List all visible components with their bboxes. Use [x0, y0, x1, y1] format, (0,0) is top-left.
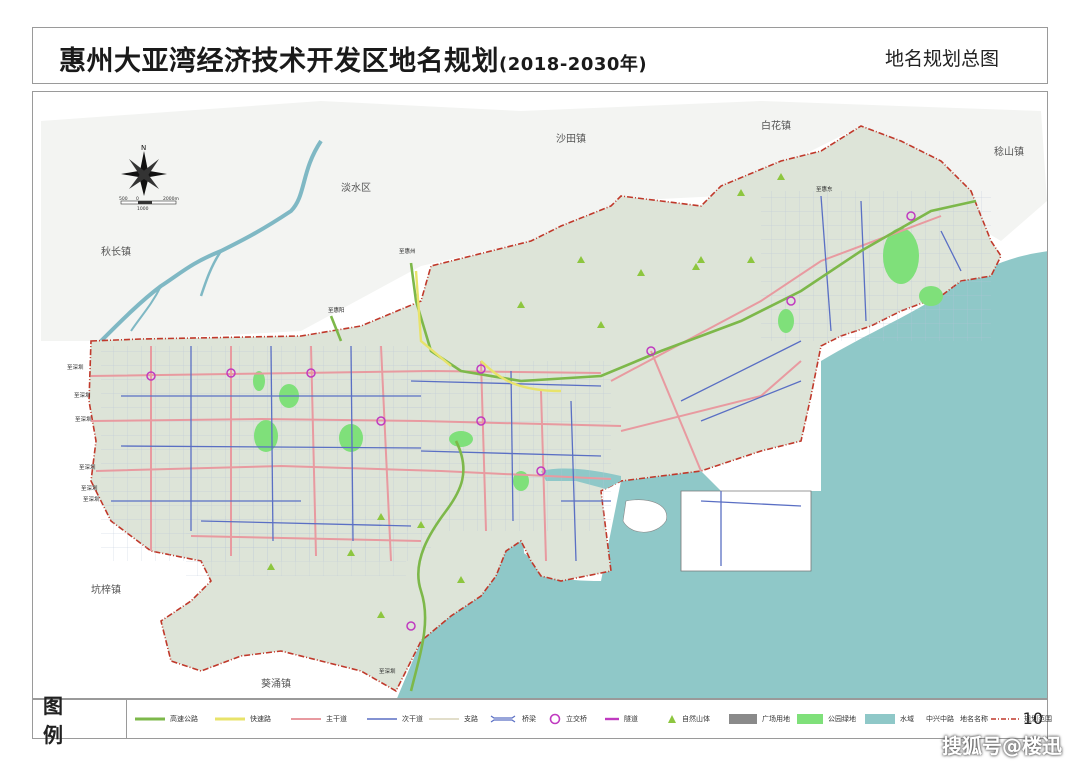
label-to-huiyang: 至惠阳 — [328, 306, 345, 314]
label-to-shenzhen-2: 至深圳 — [74, 391, 91, 399]
secondary-line-icon — [367, 718, 397, 720]
legend-mountain: 自然山体 — [667, 700, 710, 738]
label-kengzi: 坑梓镇 — [91, 583, 121, 596]
legend-branch: 支路 — [429, 700, 478, 738]
label-to-shenzhen-7: 至深圳 — [379, 667, 396, 675]
legend-bridge: 桥梁 — [489, 700, 536, 738]
park-swatch-icon — [797, 714, 823, 724]
branch-line-icon — [429, 718, 459, 720]
label-danshui: 淡水区 — [341, 182, 371, 194]
map-title-years: (2018-2030年) — [499, 54, 648, 75]
label-to-huizhou: 至惠州 — [399, 247, 416, 255]
label-baihua: 白花镇 — [761, 119, 791, 132]
map-title: 惠州大亚湾经济技术开发区地名规划(2018-2030年) — [59, 46, 648, 77]
legend-plaza: 广场用地 — [729, 700, 790, 738]
bridge-icon — [490, 715, 516, 723]
label-jishan: 稔山镇 — [994, 145, 1024, 158]
mountain-triangle-icon — [668, 715, 676, 723]
boundary-line-icon — [991, 718, 1019, 720]
legend-expressway: 高速公路 — [135, 700, 198, 738]
label-to-shenzhen-1: 至深圳 — [67, 363, 84, 371]
label-to-shenzhen-3: 至深圳 — [75, 415, 92, 423]
label-shatian: 沙田镇 — [556, 132, 586, 145]
legend-items: 高速公路 快速路 主干道 次干道 支路 桥梁 立交桥 隧道 自然山体 广场用地 … — [133, 700, 1052, 738]
page-number: 10 — [1022, 709, 1043, 728]
tunnel-icon — [605, 717, 619, 721]
arterial-line-icon — [291, 718, 321, 720]
expressway-line-icon — [135, 717, 165, 721]
scale-1000: 1000 — [137, 206, 149, 212]
label-qiuchang: 秋长镇 — [101, 245, 131, 258]
scale-500: 500 — [119, 196, 128, 202]
interchange-circle-icon — [549, 713, 561, 725]
water-swatch-icon — [865, 714, 895, 724]
label-to-shenzhen-4: 至深圳 — [79, 463, 96, 471]
urban-grid-east — [761, 191, 991, 341]
scale-2000: 2000m — [163, 196, 179, 202]
urban-grid-center — [401, 361, 611, 531]
label-to-shenzhen-6: 至深圳 — [83, 495, 100, 503]
legend-arterial: 主干道 — [291, 700, 347, 738]
legend-secondary: 次干道 — [367, 700, 423, 738]
label-to-shenzhen-5: 至深圳 — [81, 484, 98, 492]
fastroad-line-icon — [215, 717, 245, 721]
map-svg: N 500 0 1000 2000m 沙田镇 白花镇 稔山镇 淡水区 秋长镇 坑… — [33, 92, 1047, 698]
legend-fastroad: 快速路 — [215, 700, 271, 738]
compass-n: N — [141, 144, 146, 152]
title-bar: 惠州大亚湾经济技术开发区地名规划(2018-2030年) 地名规划总图 — [32, 27, 1048, 84]
legend-interchange: 立交桥 — [549, 700, 587, 738]
legend-water: 水域 — [865, 700, 914, 738]
map-canvas[interactable]: N 500 0 1000 2000m 沙田镇 白花镇 稔山镇 淡水区 秋长镇 坑… — [32, 91, 1048, 699]
legend-tunnel: 隧道 — [605, 700, 638, 738]
legend-title: 图 例 — [33, 694, 127, 747]
watermark: 搜狐号@楼迅 — [942, 734, 1062, 758]
legend-park: 公园绿地 — [797, 700, 856, 738]
map-subtitle: 地名规划总图 — [884, 48, 999, 70]
label-to-huidong: 至惠东 — [816, 185, 833, 193]
legend: 图 例 高速公路 快速路 主干道 次干道 支路 桥梁 立交桥 隧道 自然山体 广… — [32, 694, 1052, 747]
label-kuiyong: 葵涌镇 — [261, 677, 291, 690]
scale-0: 0 — [136, 196, 139, 202]
plaza-swatch-icon — [729, 714, 757, 724]
